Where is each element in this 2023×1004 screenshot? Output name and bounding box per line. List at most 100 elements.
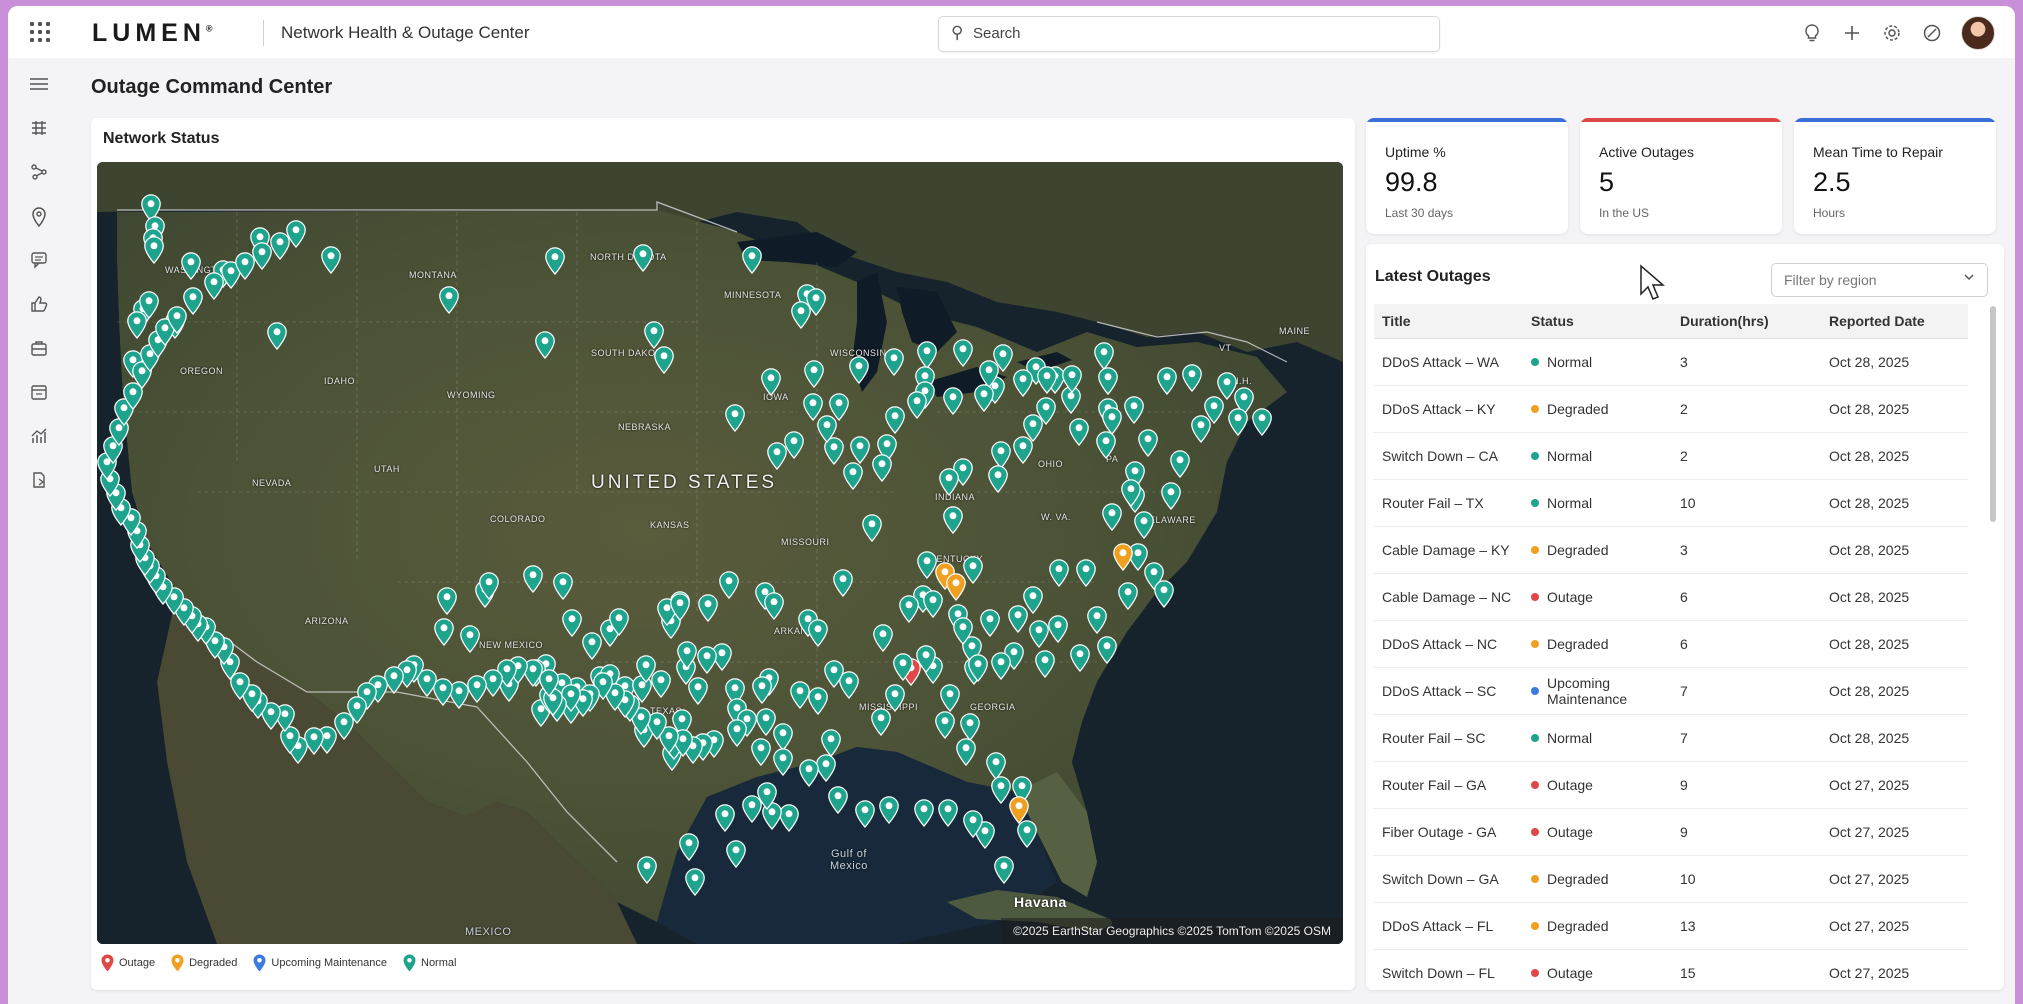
map-pin-icon[interactable] (1013, 369, 1033, 397)
map-pin-icon[interactable] (609, 608, 629, 636)
map-pin-icon[interactable] (1023, 414, 1043, 442)
map-pin-icon[interactable] (1121, 479, 1141, 507)
map-pin-icon[interactable] (321, 246, 341, 274)
map-pin-icon[interactable] (974, 384, 994, 412)
map-pin-icon[interactable] (914, 799, 934, 827)
map-pin-icon[interactable] (1118, 582, 1138, 610)
map-pin-icon[interactable] (582, 632, 602, 660)
map-pin-icon[interactable] (1182, 364, 1202, 392)
map-pin-icon[interactable] (767, 442, 787, 470)
map-pin-icon[interactable] (991, 776, 1011, 804)
map-pin-icon[interactable] (939, 468, 959, 496)
table-scrollbar[interactable] (1990, 306, 1996, 522)
table-row[interactable]: Router Fail – TX Normal 10 Oct 28, 2025 (1374, 479, 1968, 527)
map-pin-icon[interactable] (940, 684, 960, 712)
map-pin-icon[interactable] (181, 252, 201, 280)
table-row[interactable]: DDoS Attack – WA Normal 3 Oct 28, 2025 (1374, 338, 1968, 386)
map-pin-icon[interactable] (633, 244, 653, 272)
table-row[interactable]: Switch Down – CA Normal 2 Oct 28, 2025 (1374, 432, 1968, 480)
map-pin-icon[interactable] (1138, 429, 1158, 457)
map-pin-icon[interactable] (963, 556, 983, 584)
map-pin-icon[interactable] (644, 321, 664, 349)
map-pin-icon[interactable] (916, 645, 936, 673)
map-pin-icon[interactable] (1113, 543, 1133, 571)
map-pin-icon[interactable] (923, 590, 943, 618)
map-pin-icon[interactable] (799, 759, 819, 787)
map-pin-icon[interactable] (833, 569, 853, 597)
map-pin-icon[interactable] (879, 796, 899, 824)
table-row[interactable]: DDoS Attack – FL Degraded 13 Oct 27, 2025 (1374, 902, 1968, 950)
map-pin-icon[interactable] (821, 729, 841, 757)
map-pin-icon[interactable] (1070, 644, 1090, 672)
map-pin-icon[interactable] (899, 595, 919, 623)
map-pin-icon[interactable] (1228, 408, 1248, 436)
table-row[interactable]: Fiber Outage - GA Outage 9 Oct 27, 2025 (1374, 808, 1968, 856)
map-pin-icon[interactable] (935, 711, 955, 739)
table-row[interactable]: DDoS Attack – SC Upcoming Maintenance 7 Oct… (1374, 667, 1968, 715)
map-pin-icon[interactable] (1124, 396, 1144, 424)
map-pin-icon[interactable] (479, 572, 499, 600)
map-pin-icon[interactable] (804, 360, 824, 388)
map-pin-icon[interactable] (943, 387, 963, 415)
map-pin-icon[interactable] (938, 799, 958, 827)
map-pin-icon[interactable] (808, 619, 828, 647)
map-pin-icon[interactable] (953, 617, 973, 645)
thumbs-up-icon[interactable] (28, 295, 50, 317)
map-pin-icon[interactable] (1157, 367, 1177, 395)
map-pin-icon[interactable] (917, 341, 937, 369)
map-pin-icon[interactable] (960, 713, 980, 741)
map-pin-icon[interactable] (698, 594, 718, 622)
map-pin-icon[interactable] (127, 311, 147, 339)
map-pin-icon[interactable] (773, 748, 793, 776)
map-pin-icon[interactable] (779, 804, 799, 832)
map-pin-icon[interactable] (1097, 636, 1117, 664)
table-row[interactable]: Switch Down – FL Outage 15 Oct 27, 2025 (1374, 949, 1968, 990)
menu-icon[interactable] (28, 75, 50, 97)
map-pin-icon[interactable] (790, 681, 810, 709)
map-pin-icon[interactable] (1191, 415, 1211, 443)
map-pin-icon[interactable] (862, 514, 882, 542)
briefcase-icon[interactable] (28, 339, 50, 361)
map-pin-icon[interactable] (764, 592, 784, 620)
table-row[interactable]: DDoS Attack – KY Degraded 2 Oct 28, 2025 (1374, 385, 1968, 433)
table-row[interactable]: Switch Down – GA Degraded 10 Oct 27, 2025 (1374, 855, 1968, 903)
map-pin-icon[interactable] (791, 301, 811, 329)
map-pin-icon[interactable] (963, 810, 983, 838)
map-pin-icon[interactable] (1069, 418, 1089, 446)
map-pin-icon[interactable] (988, 465, 1008, 493)
map-pin-icon[interactable] (1048, 615, 1068, 643)
map-pin-icon[interactable] (719, 571, 739, 599)
map-pin-icon[interactable] (1161, 482, 1181, 510)
map-pin-icon[interactable] (849, 356, 869, 384)
lumen-logo[interactable]: LUMEN® (92, 19, 213, 48)
map-pin-icon[interactable] (871, 708, 891, 736)
table-row[interactable]: Cable Damage – NC Outage 6 Oct 28, 2025 (1374, 573, 1968, 621)
map-pin-icon[interactable] (334, 712, 354, 740)
map-pin-icon[interactable] (553, 572, 573, 600)
map-pin-icon[interactable] (715, 804, 735, 832)
map-pin-icon[interactable] (637, 856, 657, 884)
network-map[interactable]: WASHINGTON MONTANA NORTH DAKOTA MINNESOT… (97, 162, 1343, 944)
column-header-reported-date[interactable]: Reported Date (1821, 304, 1968, 339)
map-pin-icon[interactable] (677, 641, 697, 669)
map-pin-icon[interactable] (885, 406, 905, 434)
map-pin-icon[interactable] (467, 675, 487, 703)
map-pin-icon[interactable] (286, 220, 306, 248)
map-pin-icon[interactable] (761, 368, 781, 396)
map-pin-icon[interactable] (1098, 367, 1118, 395)
map-pin-icon[interactable] (742, 795, 762, 823)
map-pin-icon[interactable] (808, 687, 828, 715)
map-pin-icon[interactable] (824, 660, 844, 688)
map-pin-icon[interactable] (872, 454, 892, 482)
map-pin-icon[interactable] (843, 462, 863, 490)
map-pin-icon[interactable] (183, 287, 203, 315)
map-pin-icon[interactable] (784, 431, 804, 459)
map-pin-icon[interactable] (523, 565, 543, 593)
map-pin-icon[interactable] (893, 653, 913, 681)
map-pin-icon[interactable] (434, 618, 454, 646)
map-pin-icon[interactable] (773, 723, 793, 751)
map-pin-icon[interactable] (1170, 450, 1190, 478)
gear-icon[interactable] (1881, 22, 1903, 44)
map-pin-icon[interactable] (535, 331, 555, 359)
report-icon[interactable] (28, 471, 50, 493)
